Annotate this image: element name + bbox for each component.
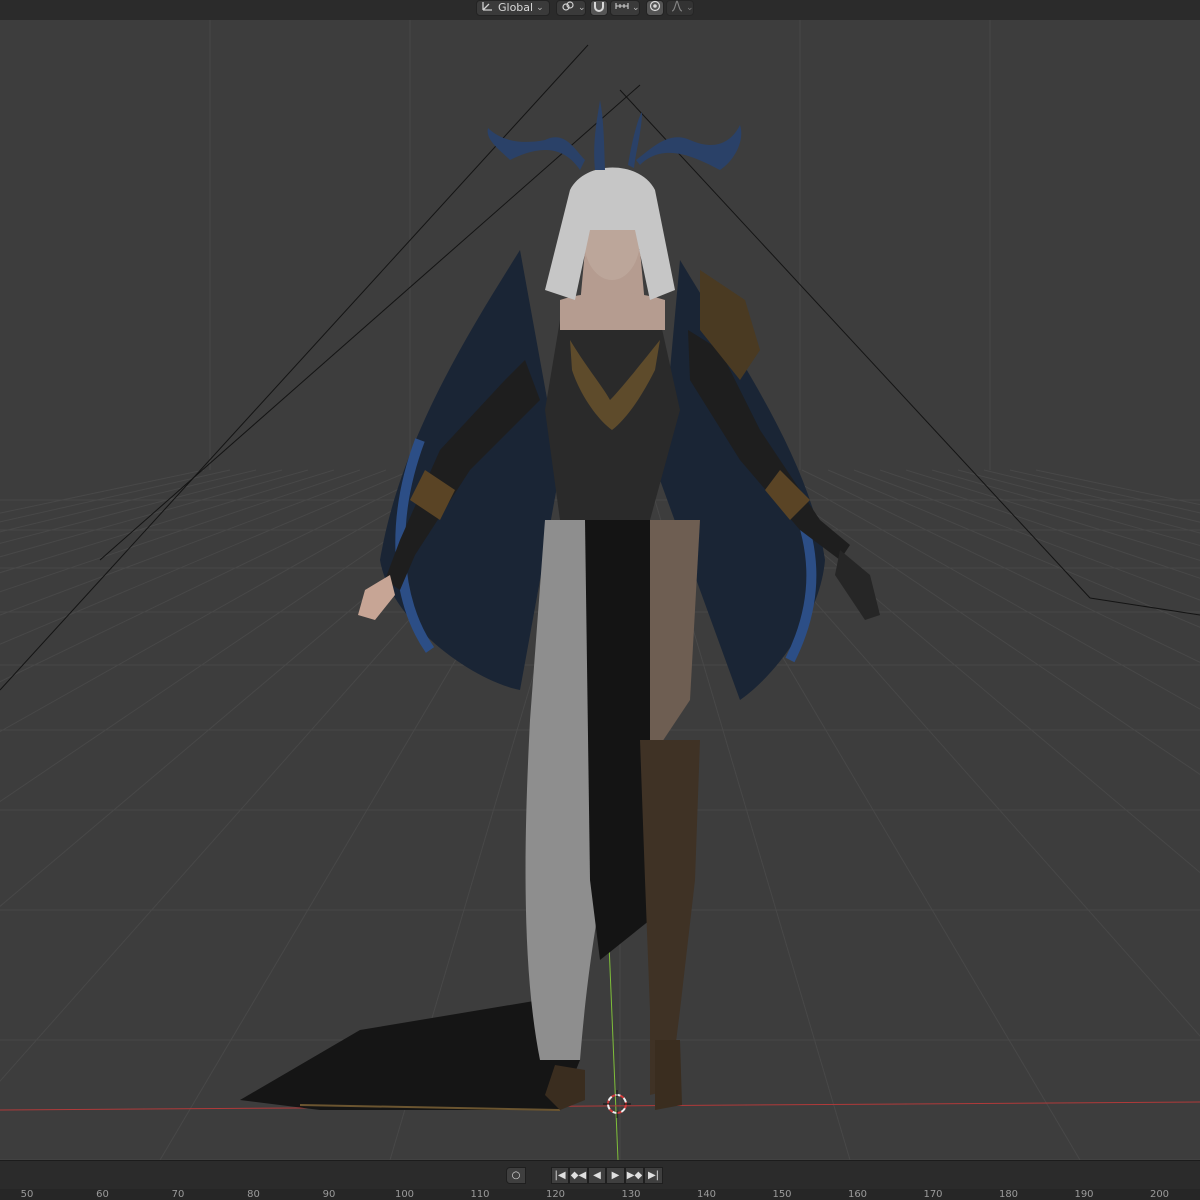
snap-target-dropdown[interactable]: ⌄	[610, 0, 640, 16]
grid-line	[0, 469, 283, 544]
viewport-canvas	[0, 20, 1200, 1160]
grid-line	[827, 469, 1200, 628]
grid-line	[0, 469, 257, 533]
snap-magnet-icon	[593, 0, 605, 17]
frame-tick-label: 150	[772, 1189, 792, 1200]
frame-tick-label: 60	[96, 1189, 109, 1200]
falloff-curve-icon	[671, 0, 683, 17]
viewport-header: Global ⌄ ⌄ ⌄ ⌄	[0, 0, 1200, 20]
frame-tick-label: 170	[923, 1189, 943, 1200]
play-reverse-button[interactable]: ◀	[588, 1167, 606, 1184]
frame-tick-label: 200	[1149, 1189, 1170, 1200]
frame-tick-label: 180	[998, 1189, 1019, 1200]
frame-tick-label: 120	[545, 1189, 566, 1200]
pivot-point-dropdown[interactable]: ⌄	[556, 0, 586, 16]
pivot-link-icon	[561, 0, 575, 17]
falloff-dropdown[interactable]: ⌄	[666, 0, 694, 16]
frame-tick-label: 90	[322, 1189, 336, 1200]
3d-viewport[interactable]	[0, 20, 1200, 1160]
next-keyframe-button[interactable]: ▶◆	[625, 1167, 644, 1184]
frame-tick-label: 50	[20, 1189, 34, 1200]
grid-line	[957, 469, 1200, 534]
grid-line	[0, 469, 361, 593]
frame-tick-label: 110	[470, 1189, 490, 1200]
transform-orientation-dropdown[interactable]: Global ⌄	[476, 0, 550, 16]
jump-to-end-button[interactable]: ▶|	[644, 1167, 663, 1184]
chevron-down-icon: ⌄	[686, 3, 694, 13]
frame-tick-label: 160	[847, 1189, 868, 1200]
jump-to-start-button[interactable]: |◀	[551, 1167, 569, 1184]
frame-tick-label: 70	[171, 1189, 185, 1200]
prev-keyframe-button[interactable]: ◆◀	[569, 1167, 588, 1184]
grid-line	[1035, 469, 1200, 506]
proportional-edit-icon	[649, 0, 661, 17]
snap-increment-icon	[615, 0, 629, 17]
frame-tick-label: 140	[696, 1189, 717, 1200]
frame-tick-label: 190	[1074, 1189, 1094, 1200]
frame-tick-label: 100	[394, 1189, 415, 1200]
grid-line	[853, 469, 1200, 601]
character-model	[240, 100, 880, 1111]
grid-line	[0, 469, 205, 514]
keying-button[interactable]: ○	[506, 1167, 526, 1184]
3d-cursor[interactable]	[603, 1090, 631, 1118]
grid-line	[931, 469, 1200, 547]
chevron-down-icon: ⌄	[536, 3, 544, 13]
frame-tick-label: 80	[247, 1189, 260, 1200]
transform-orientation-icon	[481, 0, 495, 17]
chevron-down-icon: ⌄	[578, 3, 586, 13]
grid-line	[905, 469, 1200, 561]
frame-tick-label: 130	[621, 1189, 641, 1200]
timeline-ruler[interactable]: 50 60 70 80 90 100 110 120 130 140 150 160 170 180 190…	[0, 1189, 1200, 1200]
play-button[interactable]: ▶	[606, 1167, 625, 1184]
snap-toggle[interactable]	[590, 0, 608, 16]
grid-line	[879, 469, 1200, 579]
x-axis-line	[0, 1101, 1200, 1111]
grid-line	[0, 469, 309, 558]
proportional-edit-toggle[interactable]	[646, 0, 664, 16]
grid-line	[1009, 469, 1200, 514]
grid-line	[0, 469, 231, 523]
playback-controls: ○ |◀ ◆◀ ◀ ▶ ▶◆ ▶|	[0, 1160, 1200, 1189]
chevron-down-icon: ⌄	[632, 3, 640, 13]
transform-orientation-label: Global	[498, 1, 534, 14]
